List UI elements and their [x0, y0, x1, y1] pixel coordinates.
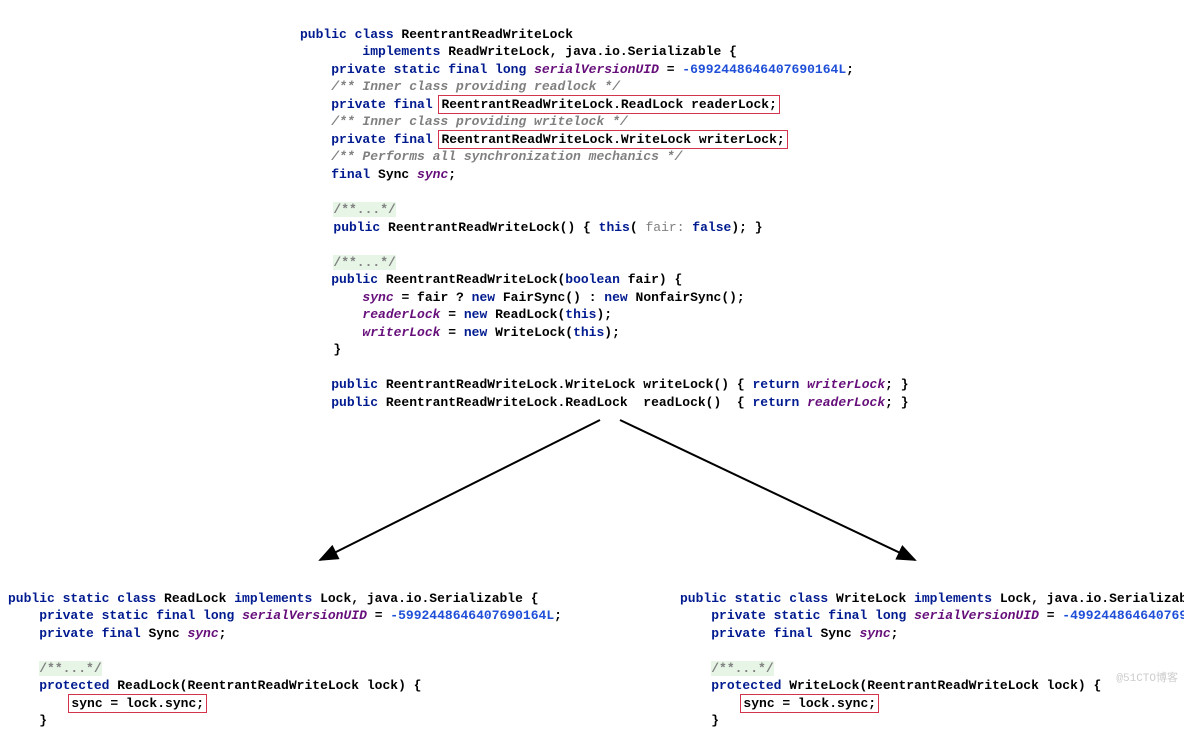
boxed-sync-assign: sync = lock.sync; — [740, 694, 879, 714]
kw-public: public — [300, 27, 355, 42]
field-mods: private static final long — [331, 62, 534, 77]
param-hint: fair: — [645, 220, 692, 235]
comment-folded: /**...*/ — [333, 202, 395, 217]
comment-folded: /**...*/ — [333, 255, 395, 270]
field-mods: private final — [331, 132, 440, 147]
boxed-sync-assign: sync = lock.sync; — [68, 694, 207, 714]
field-mods: private final — [331, 97, 440, 112]
field-serialversion: serialVersionUID — [534, 62, 659, 77]
arrow-right — [620, 420, 915, 560]
comment-writelock: /** Inner class providing writelock */ — [331, 114, 627, 129]
class-name: ReentrantReadWriteLock — [401, 27, 573, 42]
arrow-left — [320, 420, 600, 560]
comment-sync: /** Performs all synchronization mechani… — [331, 149, 682, 164]
boxed-readerlock-decl: ReentrantReadWriteLock.ReadLock readerLo… — [438, 95, 779, 115]
boxed-writerlock-decl: ReentrantReadWriteLock.WriteLock writerL… — [438, 130, 787, 150]
comment-folded: /**...*/ — [39, 661, 101, 676]
comment-folded: /**...*/ — [711, 661, 773, 676]
interfaces: ReadWriteLock, java.io.Serializable { — [448, 44, 737, 59]
kw-class: class — [355, 27, 402, 42]
sync-field: sync — [417, 167, 448, 182]
readlock-class-code: public static class ReadLock implements … — [8, 572, 562, 730]
writelock-class-code: public static class WriteLock implements… — [680, 572, 1184, 730]
comment-readlock: /** Inner class providing readlock */ — [331, 79, 620, 94]
kw-final: final — [331, 167, 378, 182]
kw-implements: implements — [362, 44, 448, 59]
serial-value: -6992448646407690164L — [682, 62, 846, 77]
watermark: @51CTO博客 — [1116, 669, 1178, 685]
top-class-code: public class ReentrantReadWriteLock impl… — [300, 8, 909, 412]
